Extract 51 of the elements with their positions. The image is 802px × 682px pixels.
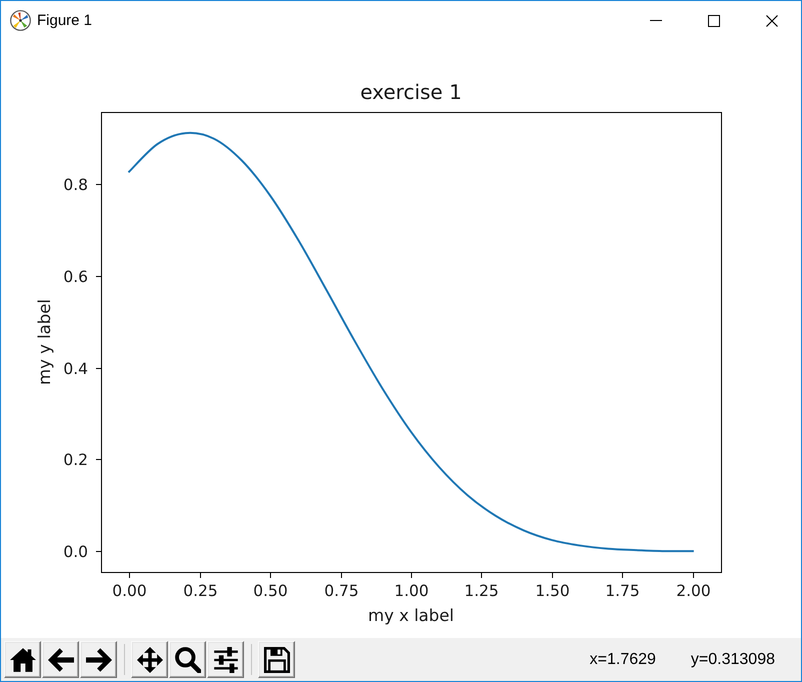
pinwheel-icon [10,10,31,31]
home-icon [10,646,36,672]
x-tick-label: 2.00 [676,582,711,600]
subplots-button[interactable] [207,641,244,678]
y-tick-label: 0.2 [63,451,88,469]
y-tick-label: 0.4 [63,360,88,378]
x-tick-mark [270,572,271,578]
y-axis-label: my y label [35,299,54,385]
x-tick-mark [622,572,623,578]
y-tick-mark [96,276,102,277]
y-tick-mark [96,459,102,460]
x-tick-mark [411,572,412,578]
y-tick-mark [96,184,102,185]
x-tick-label: 1.50 [535,582,570,600]
x-tick-label: 1.00 [394,582,429,600]
y-tick-mark [96,551,102,552]
x-tick-mark [693,572,694,578]
x-tick-mark [341,572,342,578]
y-tick-mark [96,368,102,369]
forward-button[interactable] [80,641,117,678]
window-title: Figure 1 [37,12,92,29]
y-tick-label: 0.6 [63,268,88,286]
move-icon [136,646,162,672]
x-tick-label: 1.25 [464,582,499,600]
home-button[interactable] [4,641,41,678]
x-tick-label: 1.75 [605,582,640,600]
x-tick-mark [129,572,130,578]
chart-title: exercise 1 [360,80,462,104]
x-tick-label: 0.50 [253,582,288,600]
x-tick-label: 0.75 [324,582,359,600]
right-arrow-icon [86,646,112,672]
y-tick-label: 0.8 [63,176,88,194]
close-icon [766,14,778,26]
x-tick-mark [200,572,201,578]
left-arrow-icon [48,646,74,672]
x-tick-mark [481,572,482,578]
minimize-icon [650,20,662,21]
cursor-coordinate: x=1.7629 [590,650,656,668]
x-tick-label: 0.00 [112,582,147,600]
magnifier-icon [174,646,200,672]
x-tick-label: 0.25 [183,582,218,600]
back-button[interactable] [42,641,79,678]
y-tick-label: 0.0 [63,543,88,561]
save-button[interactable] [258,641,295,678]
x-tick-mark [552,572,553,578]
sliders-icon [212,646,238,672]
maximize-icon [708,14,720,26]
zoom-button[interactable] [169,641,206,678]
x-axis-label: my x label [368,606,454,625]
cursor-coordinate: y=0.313098 [690,650,775,668]
pan-button[interactable] [131,641,168,678]
